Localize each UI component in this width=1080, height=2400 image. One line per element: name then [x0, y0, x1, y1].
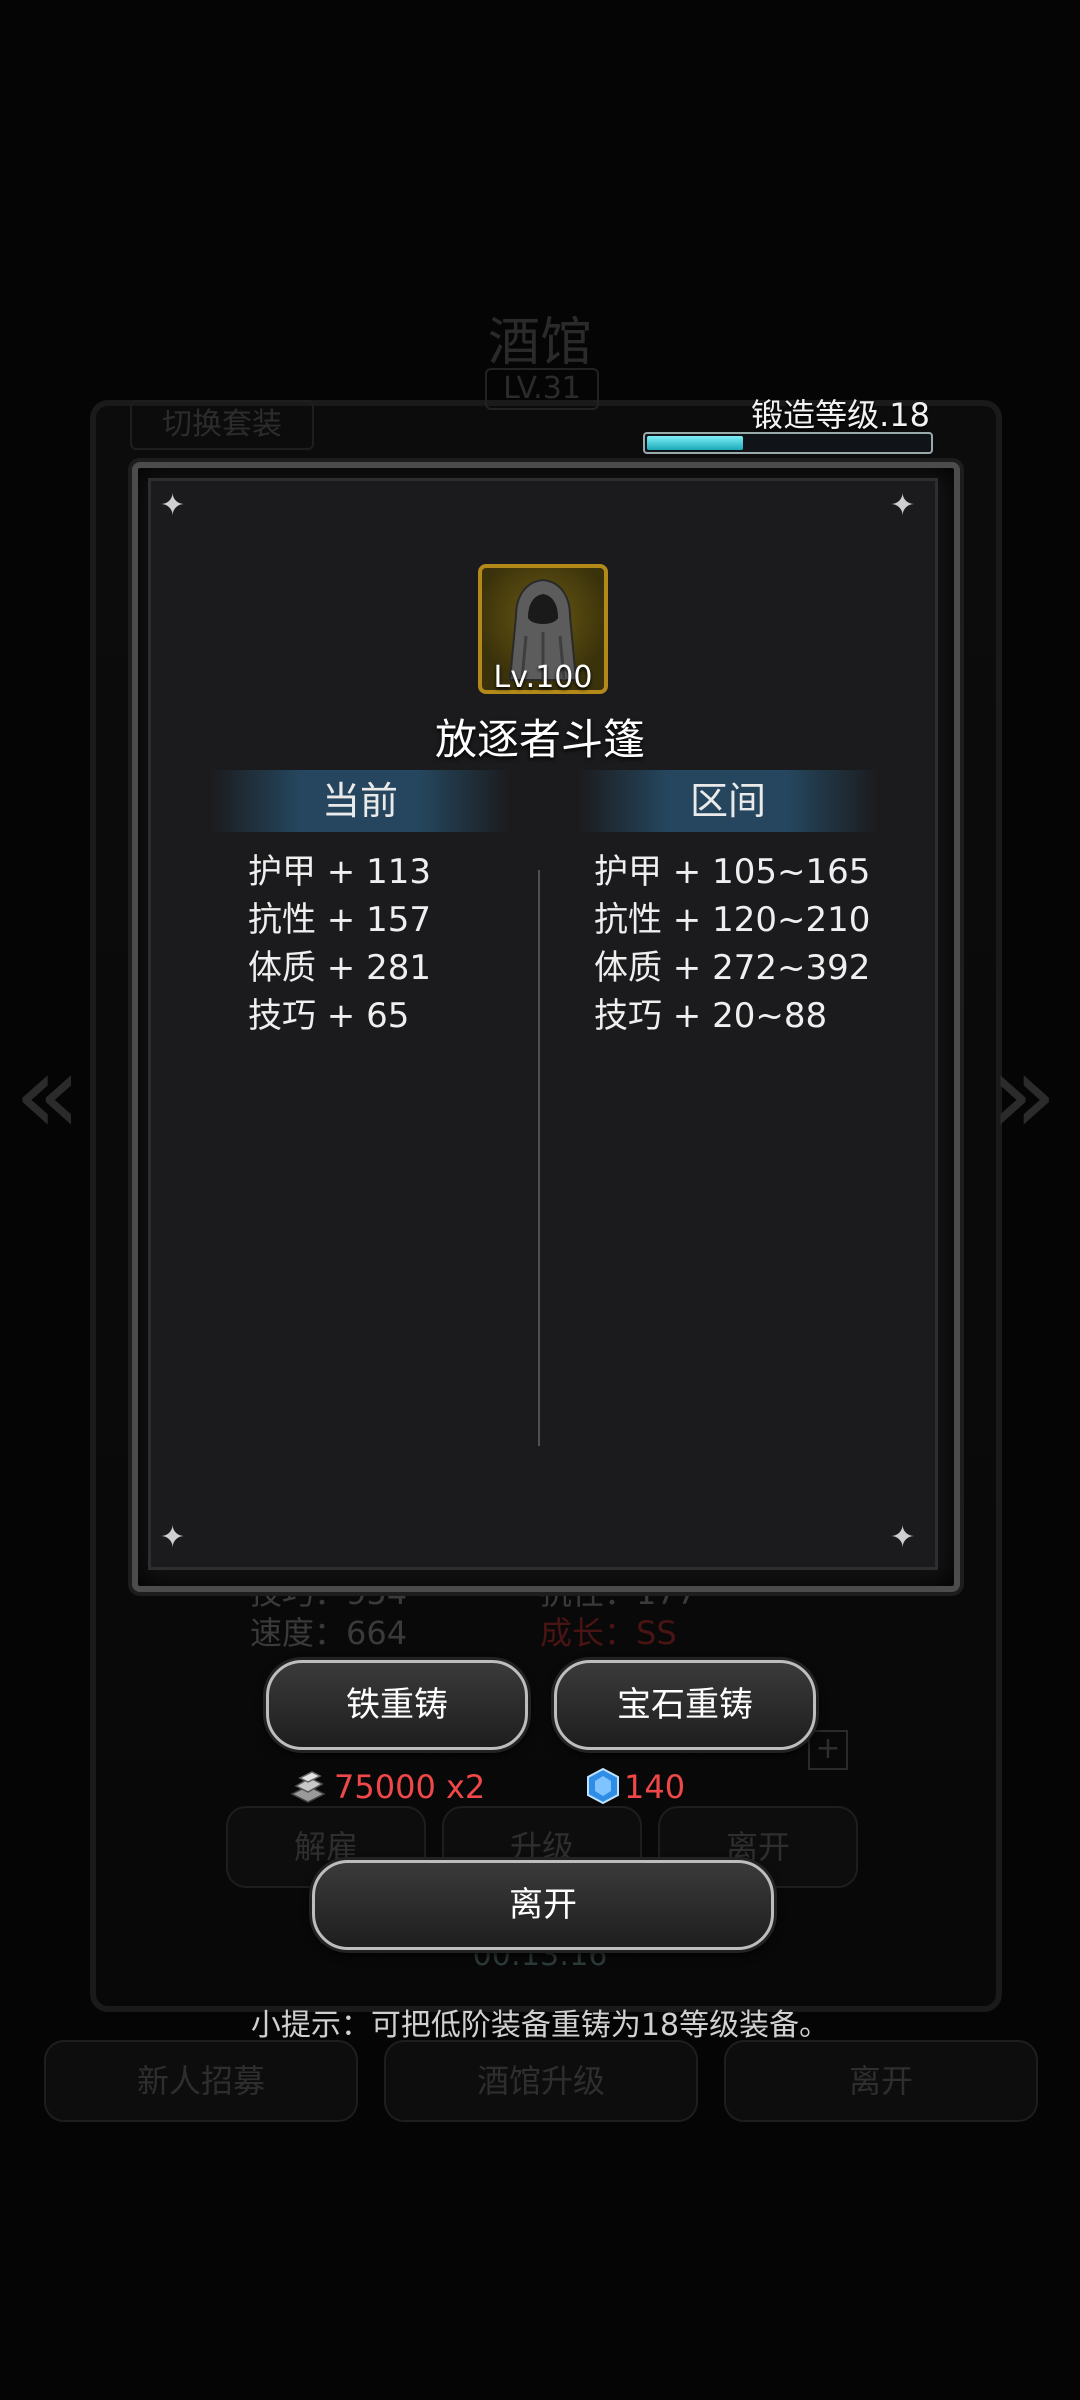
- current-stat: 护甲 + 113: [248, 852, 431, 892]
- current-header: 当前: [210, 770, 510, 832]
- background-level: LV.31: [485, 368, 599, 410]
- recruit-button: 新人招募: [44, 2040, 358, 2122]
- leave-button[interactable]: 离开: [312, 1860, 774, 1950]
- arrow-left-icon[interactable]: «: [14, 1030, 81, 1158]
- corner-sparkle-icon: ✦: [160, 488, 186, 523]
- gem-reforge-button[interactable]: 宝石重铸: [554, 1660, 816, 1750]
- iron-ore-icon: [286, 1766, 330, 1814]
- range-stat: 技巧 + 20~88: [594, 996, 828, 1036]
- tavern-upgrade-button: 酒馆升级: [384, 2040, 698, 2122]
- background-stat: 速度：664: [250, 1614, 408, 1652]
- forge-progress-fill: [647, 436, 743, 450]
- corner-sparkle-icon: ✦: [890, 1520, 916, 1555]
- background-title: 酒馆: [487, 313, 592, 373]
- range-stat: 护甲 + 105~165: [594, 852, 871, 892]
- corner-sparkle-icon: ✦: [160, 1520, 186, 1555]
- gem-cost: 140: [624, 1768, 686, 1806]
- current-stat: 体质 + 281: [248, 948, 431, 988]
- range-stat: 体质 + 272~392: [594, 948, 871, 988]
- background-bottom-leave-button: 离开: [724, 2040, 1038, 2122]
- item-level: Lv.100: [493, 660, 593, 695]
- background-stat: 成长：SS: [540, 1614, 677, 1652]
- arrow-right-icon[interactable]: »: [990, 1030, 1057, 1158]
- iron-reforge-button[interactable]: 铁重铸: [266, 1660, 528, 1750]
- hint-text: 小提示：可把低阶装备重铸为18等级装备。: [250, 2008, 830, 2043]
- forge-level-label: 锻造等级.18: [751, 396, 930, 434]
- range-header: 区间: [578, 770, 878, 832]
- item-name: 放逐者斗篷: [434, 715, 645, 764]
- range-stat: 抗性 + 120~210: [594, 900, 871, 940]
- iron-cost: 75000 x2: [334, 1768, 486, 1806]
- column-divider: [538, 870, 540, 1446]
- forge-progress-bar: [643, 432, 933, 454]
- background-plus-icon: +: [808, 1730, 848, 1770]
- current-stat: 技巧 + 65: [248, 996, 410, 1036]
- switch-set-button: 切换套装: [130, 400, 314, 450]
- blue-gem-icon: [586, 1767, 620, 1805]
- current-stat: 抗性 + 157: [248, 900, 431, 940]
- corner-sparkle-icon: ✦: [890, 488, 916, 523]
